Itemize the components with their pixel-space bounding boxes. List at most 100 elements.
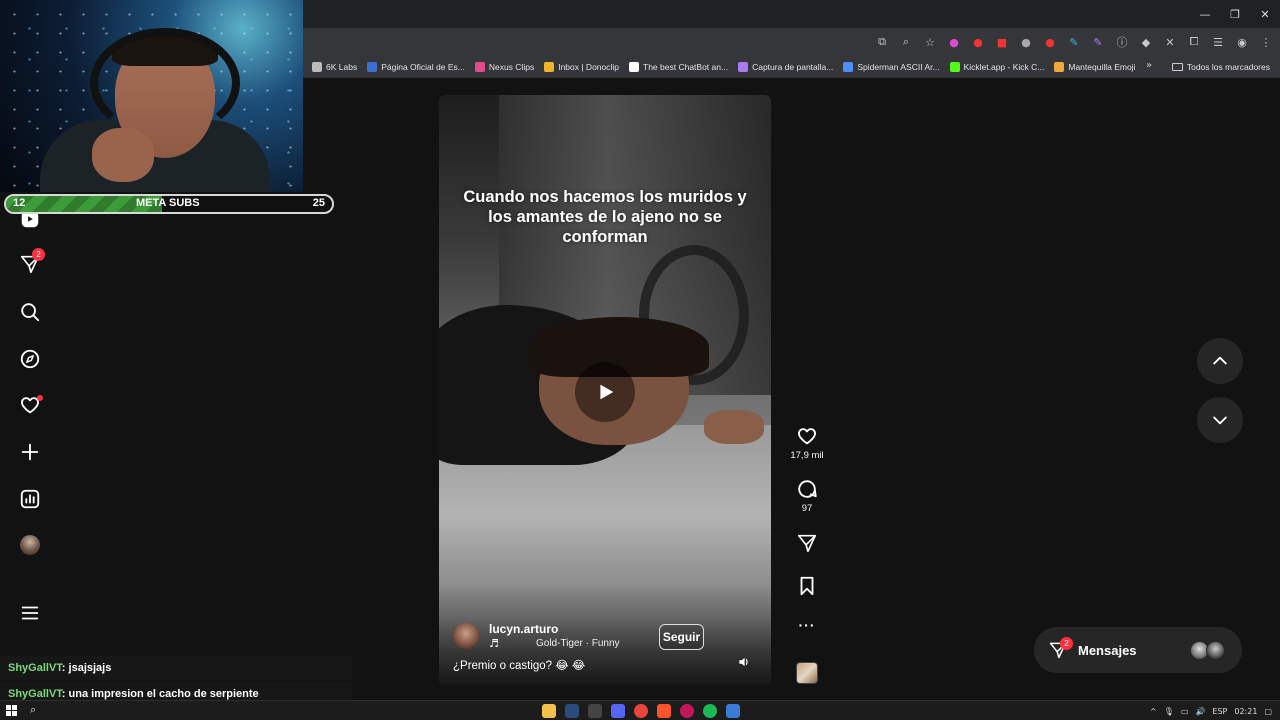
bookmark-item[interactable]: Mantequilla Emoji	[1054, 62, 1135, 72]
start-button[interactable]	[6, 705, 17, 716]
bookmark-label: Inbox | Donoclip	[558, 62, 620, 72]
comment-icon	[798, 480, 817, 498]
like-count: 17,9 mil	[790, 450, 824, 461]
windows-logo-icon	[12, 705, 17, 710]
audio-thumbnail[interactable]	[796, 662, 818, 684]
notification-dot	[37, 395, 43, 401]
headset	[90, 28, 240, 138]
bookmark-favicon-icon	[843, 62, 854, 72]
sidebar-item-notifications[interactable]	[14, 389, 46, 421]
app-icon[interactable]	[726, 704, 740, 718]
windows-logo-icon	[12, 711, 17, 716]
discord-icon[interactable]	[611, 704, 625, 718]
tray-overflow-icon[interactable]: ^	[1150, 707, 1157, 716]
microphone-icon[interactable]: 🎙	[1164, 707, 1174, 716]
volume-icon[interactable]	[737, 655, 751, 669]
extension-icon[interactable]: ◆	[1136, 32, 1156, 52]
like-button[interactable]: 17,9 mil	[786, 425, 828, 461]
follow-button[interactable]: Seguir	[659, 624, 704, 650]
sidebar-item-search[interactable]	[14, 296, 46, 328]
next-reel-button[interactable]	[1197, 397, 1243, 443]
zoom-icon[interactable]: ⌕	[896, 32, 916, 52]
sidebar-item-more[interactable]	[14, 597, 46, 629]
chat-username: ShyGallVT	[8, 688, 62, 700]
bookmark-favicon-icon	[544, 62, 555, 72]
reading-list-icon[interactable]: ☰	[1208, 32, 1228, 52]
taskbar-search-icon[interactable]: ⌕	[30, 703, 36, 717]
messages-badge: 2	[1060, 637, 1073, 650]
share-icon	[797, 534, 817, 553]
app-icon[interactable]	[588, 704, 602, 718]
comment-count: 97	[801, 503, 813, 514]
extension-icon[interactable]: ●	[1040, 32, 1060, 52]
file-explorer-icon[interactable]	[542, 704, 556, 718]
reel-video[interactable]: Cuando nos hacemos los muridos y los ama…	[439, 95, 771, 685]
sidebar-item-explore[interactable]	[14, 343, 46, 375]
volume-tray-icon[interactable]: 🔊	[1195, 707, 1205, 716]
bookmark-item[interactable]: 6K Labs	[312, 62, 357, 72]
play-icon	[600, 384, 614, 400]
extension-icon[interactable]: ✎	[1088, 32, 1108, 52]
bookmark-label: Spiderman ASCII Ar...	[857, 62, 940, 72]
extension-icon[interactable]: ⓘ	[1112, 32, 1132, 52]
media-player-icon[interactable]	[680, 704, 694, 718]
keyboard-language[interactable]: ESP	[1212, 707, 1227, 716]
spotify-icon[interactable]	[703, 704, 717, 718]
extension-icon[interactable]: ■	[992, 32, 1012, 52]
dashboard-icon	[20, 489, 40, 509]
sidebar-item-create[interactable]	[14, 436, 46, 468]
extension-icon[interactable]: ●	[968, 32, 988, 52]
extension-icon[interactable]: ✎	[1064, 32, 1084, 52]
brave-icon[interactable]	[657, 704, 671, 718]
chat-username: ShyGallVT	[8, 662, 62, 674]
play-button[interactable]	[575, 362, 635, 422]
restore-button[interactable]: ❐	[1220, 0, 1250, 28]
audio-title[interactable]: Gold-Tiger · Funny	[536, 638, 620, 649]
bookmark-favicon-icon	[312, 62, 322, 72]
previous-reel-button[interactable]	[1197, 338, 1243, 384]
window-controls: — ❐ ✕	[1190, 0, 1280, 28]
bookmarks-overflow-button[interactable]: »	[1146, 60, 1152, 71]
bookmark-item[interactable]: Nexus Clips	[474, 62, 534, 72]
sidebar-item-dashboard[interactable]	[14, 483, 46, 515]
extension-icon[interactable]: ●	[944, 32, 964, 52]
profile-avatar-icon[interactable]: ◉	[1232, 32, 1252, 52]
chrome-menu-icon[interactable]: ⋮	[1256, 32, 1276, 52]
clock[interactable]: 02:21	[1234, 707, 1257, 716]
steam-icon[interactable]	[565, 704, 579, 718]
author-avatar[interactable]	[453, 623, 479, 649]
bookmark-label: The best ChatBot an...	[643, 62, 729, 72]
screen-cast-icon[interactable]: ⧉	[872, 32, 892, 52]
messages-label: Mensajes	[1078, 643, 1137, 658]
author-username[interactable]: lucyn.arturo	[489, 622, 558, 636]
bookmark-item[interactable]: Página Oficial de Es...	[367, 62, 465, 72]
video-text-overlay: Cuando nos hacemos los muridos y los ama…	[463, 188, 747, 246]
all-bookmarks-button[interactable]: Todos los marcadores	[1171, 56, 1270, 78]
save-button[interactable]	[786, 575, 828, 597]
plus-icon	[21, 443, 39, 461]
comment-button[interactable]: 97	[786, 478, 828, 514]
close-button[interactable]: ✕	[1250, 0, 1280, 28]
extensions-puzzle-icon[interactable]: ⧠	[1184, 32, 1204, 52]
music-note-icon: ♬	[489, 637, 499, 650]
bookmark-item[interactable]: The best ChatBot an...	[629, 62, 728, 72]
network-icon[interactable]: ▭	[1181, 707, 1189, 716]
goal-label: META SUBS	[136, 197, 200, 209]
messages-button[interactable]: 2 Mensajes	[1034, 627, 1242, 673]
sidebar-item-profile[interactable]	[14, 529, 46, 561]
share-button[interactable]	[786, 532, 828, 554]
extension-icon[interactable]: ●	[1016, 32, 1036, 52]
minimize-button[interactable]: —	[1190, 0, 1220, 28]
notifications-icon[interactable]: ▢	[1264, 707, 1272, 716]
extension-icon[interactable]: ✕	[1160, 32, 1180, 52]
bookmark-item[interactable]: Inbox | Donoclip	[544, 62, 619, 72]
sidebar-item-messages[interactable]: 2	[14, 248, 46, 280]
system-tray: ^ 🎙 ▭ 🔊 ESP 02:21 ▢	[1150, 701, 1272, 720]
bookmark-item[interactable]: Kicklet.app - Kick C...	[949, 62, 1044, 72]
bookmark-item[interactable]: Captura de pantalla...	[738, 62, 833, 72]
bookmark-star-icon[interactable]: ☆	[920, 32, 940, 52]
bookmark-item[interactable]: Spiderman ASCII Ar...	[843, 62, 940, 72]
chrome-icon[interactable]	[634, 704, 648, 718]
more-options-button[interactable]: ···	[786, 617, 828, 633]
messages-badge: 2	[32, 248, 45, 261]
